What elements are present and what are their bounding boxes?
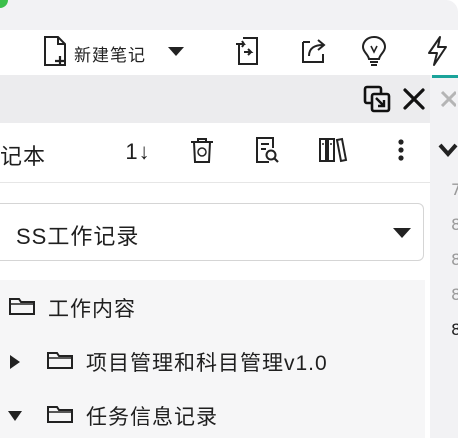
notebook-tree: 工作内容 项目管理和科目管理v1.0 任务信息记录 (0, 280, 425, 438)
window-top-strip (0, 0, 458, 30)
dropdown-caret-icon[interactable] (168, 44, 184, 62)
folder-icon (46, 404, 74, 429)
import-button[interactable] (230, 34, 266, 72)
tree-item-project-management[interactable]: 项目管理和科目管理v1.0 (10, 336, 328, 388)
line-number: 8 (451, 250, 458, 269)
trash-button[interactable] (185, 135, 219, 169)
tree-item-label: 任务信息记录 (86, 406, 218, 429)
line-number: 8 (451, 320, 458, 339)
folder-icon (8, 296, 36, 321)
tree-item-task-info[interactable]: 任务信息记录 (8, 390, 218, 438)
sort-label: 1↓ (125, 139, 151, 164)
active-tab-indicator (432, 75, 458, 78)
search-note-button[interactable] (250, 135, 284, 169)
idea-button[interactable] (356, 34, 392, 72)
line-number: 7 (451, 180, 458, 199)
expand-arrow-icon[interactable] (10, 355, 20, 369)
tree-item-label: 工作内容 (48, 298, 136, 321)
line-number: 8 (451, 215, 458, 234)
panel-header (0, 75, 430, 123)
close-icon[interactable] (402, 87, 426, 116)
line-number: 8 (451, 285, 458, 304)
close-icon[interactable] (440, 89, 458, 112)
new-note-icon (42, 35, 68, 72)
chevron-down-icon[interactable] (438, 143, 458, 162)
collapse-arrow-icon[interactable] (8, 411, 22, 421)
main-toolbar: 新建笔记 (0, 30, 458, 75)
sort-button[interactable]: 1↓ (120, 135, 156, 169)
library-icon (318, 136, 348, 169)
notebook-select-value: SS工作记录 (16, 224, 140, 249)
share-button[interactable] (296, 34, 332, 72)
trash-icon (189, 136, 215, 169)
search-note-icon (254, 136, 280, 169)
tree-item-label: 项目管理和科目管理v1.0 (86, 352, 328, 375)
flash-icon (425, 35, 449, 72)
tree-item-work-content[interactable]: 工作内容 (8, 282, 136, 334)
notebook-toolbar: 记本 1↓ (0, 123, 430, 183)
folder-icon (46, 350, 74, 375)
chevron-down-icon (393, 228, 411, 238)
library-button[interactable] (316, 135, 350, 169)
notebook-title: 记本 (0, 144, 47, 169)
idea-icon (360, 35, 388, 72)
more-icon (398, 138, 404, 167)
notebook-select[interactable]: SS工作记录 (0, 203, 424, 261)
more-button[interactable] (384, 135, 418, 169)
new-note-button[interactable]: 新建笔记 (42, 34, 212, 72)
flash-button[interactable] (422, 34, 452, 72)
share-icon (299, 36, 329, 71)
detach-window-icon[interactable] (362, 84, 392, 119)
import-icon (234, 36, 262, 71)
new-note-label: 新建笔记 (74, 45, 146, 65)
